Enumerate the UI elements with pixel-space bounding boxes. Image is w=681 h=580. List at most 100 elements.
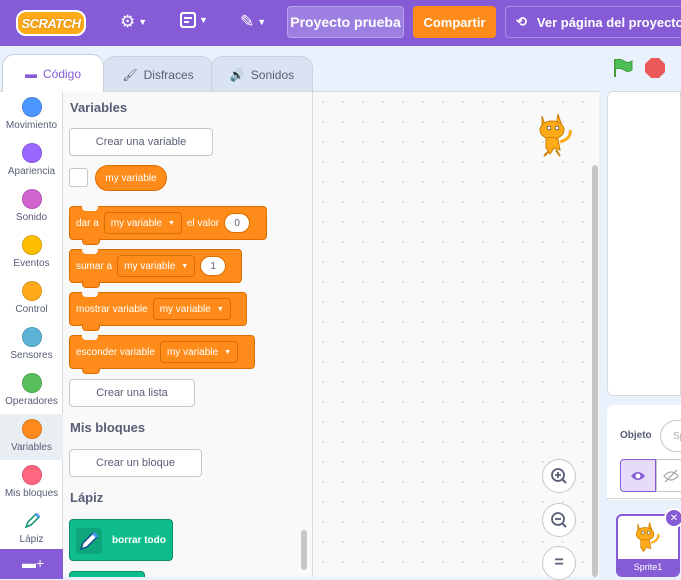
category-label: Sensores <box>10 350 53 361</box>
delete-sprite-button[interactable]: ✕ <box>664 508 681 528</box>
remix-arrows-icon: ⟲ <box>516 14 527 29</box>
block-text: borrar todo <box>112 534 166 546</box>
category-operators[interactable]: Operadores <box>0 368 63 414</box>
stage[interactable] <box>607 91 681 396</box>
category-events[interactable]: Eventos <box>0 230 63 276</box>
value-input[interactable]: 0 <box>224 213 251 233</box>
create-variable-button[interactable]: Crear una variable <box>69 128 213 156</box>
show-variable-block[interactable]: mostrar variable my variable ▼ <box>69 292 247 331</box>
tab-sounds[interactable]: 🔊 Sonidos <box>211 56 313 92</box>
block-palette: Variables Crear una variable my variable… <box>63 91 313 577</box>
dropdown-value: my variable <box>110 217 162 229</box>
dropdown-arrow-icon: ▼ <box>181 262 189 270</box>
block-text: mostrar variable <box>76 303 148 315</box>
category-my-blocks[interactable]: Mis bloques <box>0 460 63 506</box>
looks-dot-icon <box>21 143 42 163</box>
trash-icon: ✕ <box>669 512 679 524</box>
eye-hidden-icon <box>663 469 679 482</box>
code-icon: ▬ <box>24 66 37 81</box>
pen-clear-block[interactable]: borrar todo <box>69 519 173 561</box>
chevron-down-icon: ▼ <box>138 17 148 27</box>
variable-dropdown[interactable]: my variable ▼ <box>117 255 196 277</box>
category-menu: Movimiento Apariencia Sonido Eventos Con… <box>0 91 63 579</box>
add-extension-icon: ▬+ <box>22 555 45 571</box>
block-text: sumar a <box>76 260 113 272</box>
dropdown-arrow-icon: ▼ <box>216 305 224 313</box>
sensing-dot-icon <box>21 327 42 347</box>
editor-tabs: ▬ Código 🖌 Disfraces 🔊 Sonidos <box>0 46 600 92</box>
settings-menu[interactable]: ⚙ ▼ <box>120 12 147 32</box>
equals-icon: = <box>554 554 564 571</box>
tab-code[interactable]: ▬ Código <box>2 54 104 92</box>
category-label: Eventos <box>13 258 50 269</box>
project-page-label: Ver página del proyecto <box>536 14 681 30</box>
zoom-out-button[interactable] <box>542 503 576 537</box>
variable-monitor-checkbox[interactable] <box>69 168 88 187</box>
category-sound[interactable]: Sonido <box>0 184 63 230</box>
eye-icon <box>631 471 645 480</box>
change-variable-block[interactable]: sumar a my variable ▼ 1 <box>69 249 242 288</box>
tab-label: Sonidos <box>250 67 295 82</box>
variable-dropdown[interactable]: my variable ▼ <box>103 212 182 234</box>
category-label: Lápiz <box>19 534 44 545</box>
menu-bar: SCRATCH ⚙ ▼ ▼ ✎ ▼ Proyecto prueba Comparti… <box>0 0 681 46</box>
category-label: Operadores <box>5 396 58 407</box>
create-block-button[interactable]: Crear un bloque <box>69 449 202 477</box>
variable-reporter-block[interactable]: my variable <box>95 165 167 191</box>
tab-costumes[interactable]: 🖌 Disfraces <box>103 56 213 92</box>
category-variables[interactable]: Variables <box>0 414 63 460</box>
brush-icon: 🖌 <box>122 67 138 82</box>
zoom-in-button[interactable] <box>542 459 576 493</box>
sprite-thumbnail-cat-icon <box>635 522 660 553</box>
category-label: Mis bloques <box>4 488 59 499</box>
dropdown-value: my variable <box>166 346 219 358</box>
project-title-input[interactable]: Proyecto prueba <box>287 6 404 38</box>
hide-variable-block[interactable]: esconder variable my variable ▼ <box>69 335 255 374</box>
gear-icon: ⚙ <box>120 12 136 31</box>
dropdown-arrow-icon: ▼ <box>224 348 232 356</box>
set-variable-block[interactable]: dar a my variable ▼ el valor 0 <box>69 206 267 245</box>
pen-icon <box>76 528 102 554</box>
my-blocks-section-title: Mis bloques <box>70 420 146 435</box>
workspace-scrollbar[interactable] <box>592 165 598 577</box>
category-motion[interactable]: Movimiento <box>0 92 63 138</box>
edit-menu[interactable]: ✎ ▼ <box>240 12 266 32</box>
zoom-out-icon <box>551 512 567 528</box>
object-label: Objeto <box>620 430 652 441</box>
file-menu[interactable]: ▼ <box>180 12 208 28</box>
project-page-button[interactable]: ⟲ Ver página del proyecto <box>505 6 681 38</box>
scratch-logo[interactable]: SCRATCH <box>16 10 86 36</box>
category-sensing[interactable]: Sensores <box>0 322 63 368</box>
category-label: Movimiento <box>5 120 58 131</box>
control-dot-icon <box>21 281 42 301</box>
tab-label: Código <box>42 66 82 81</box>
variable-dropdown[interactable]: my variable ▼ <box>152 298 231 320</box>
dropdown-arrow-icon: ▼ <box>167 219 175 227</box>
pencil-icon: ✎ <box>240 12 255 31</box>
zoom-reset-button[interactable]: = <box>542 546 576 580</box>
show-sprite-button[interactable] <box>620 459 656 492</box>
category-control[interactable]: Control <box>0 276 63 322</box>
dropdown-value: my variable <box>124 260 176 272</box>
create-list-button[interactable]: Crear una lista <box>69 379 195 407</box>
category-pen[interactable]: Lápiz <box>0 506 63 552</box>
tab-label: Disfraces <box>143 67 194 82</box>
pen-next-block[interactable] <box>69 571 145 577</box>
variables-dot-icon <box>21 419 42 439</box>
share-button[interactable]: Compartir <box>413 6 496 38</box>
pen-icon <box>24 512 40 529</box>
palette-scrollbar[interactable] <box>301 530 307 570</box>
green-flag-icon[interactable] <box>612 58 634 78</box>
sprite-cat-icon <box>539 113 572 157</box>
stop-icon[interactable] <box>645 58 665 78</box>
pen-section-title: Lápiz <box>70 490 104 505</box>
variable-dropdown[interactable]: my variable ▼ <box>159 341 239 363</box>
add-extension-button[interactable]: ▬+ <box>0 549 63 579</box>
category-looks[interactable]: Apariencia <box>0 138 63 184</box>
value-input[interactable]: 1 <box>200 256 227 276</box>
variables-section-title: Variables <box>70 100 128 115</box>
my-blocks-dot-icon <box>21 465 42 485</box>
hide-sprite-button[interactable] <box>656 459 681 492</box>
category-label: Apariencia <box>7 166 56 177</box>
sprite-name-label: Sprite1 <box>618 559 678 575</box>
